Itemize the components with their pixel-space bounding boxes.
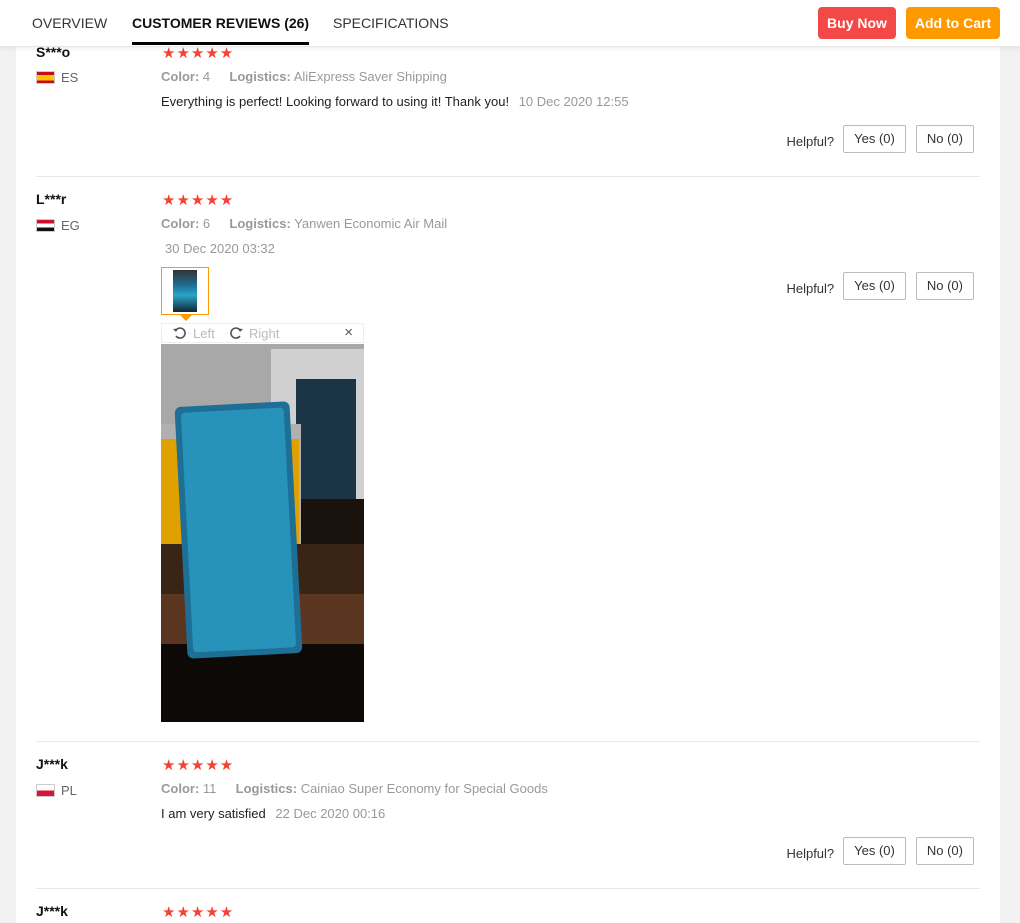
reviewer-name: L***r [36, 191, 67, 207]
review-photo-image [161, 344, 364, 722]
egypt-flag-icon [36, 219, 55, 232]
color-value: 11 [202, 781, 217, 796]
helpful-label: Helpful? [786, 280, 835, 296]
reviewer-country: ES [36, 70, 78, 85]
country-code: ES [61, 70, 79, 85]
logistics-label: Logistics: [229, 69, 291, 84]
rotate-right-label: Right [249, 325, 280, 341]
rotate-left-button[interactable]: Left [172, 325, 215, 341]
review-content: Everything is perfect! Looking forward t… [161, 94, 629, 109]
color-label: Color: [161, 781, 200, 796]
thumbnail-image [173, 270, 197, 312]
star-rating: ★★★★★ [162, 757, 235, 774]
star-rating: ★★★★★ [162, 46, 235, 62]
review-item: L***r EG ★★★★★ Color: 6 Logistics: Yanwe… [16, 146, 1000, 741]
poland-flag-icon [36, 784, 55, 797]
review-meta: Color: 6 Logistics: Yanwen Economic Air … [161, 216, 447, 231]
review-text: I am very satisfied [161, 806, 266, 821]
country-code: PL [61, 783, 77, 798]
buy-now-button[interactable]: Buy Now [818, 7, 896, 39]
review-content: 30 Dec 2020 03:32 [165, 241, 275, 256]
review-date: 22 Dec 2020 00:16 [275, 806, 386, 821]
reviewer-country: PL [36, 783, 77, 798]
tab-specifications[interactable]: SPECIFICATIONS [333, 0, 449, 46]
image-viewer-toolbar: Left Right × [161, 323, 364, 343]
review-date: 10 Dec 2020 12:55 [518, 94, 629, 109]
logistics-value: Cainiao Super Economy for Special Goods [300, 781, 548, 796]
helpful-controls: Helpful? Yes (0) No (0) [786, 272, 980, 300]
color-value: 4 [202, 69, 211, 84]
close-viewer-button[interactable]: × [344, 324, 353, 341]
tab-overview[interactable]: OVERVIEW [32, 0, 107, 46]
helpful-no-button[interactable]: No (0) [915, 272, 974, 300]
review-item: J***k ★★★★★ [16, 858, 1000, 923]
country-code: EG [61, 218, 80, 233]
star-rating: ★★★★★ [162, 904, 235, 921]
reviewer-name: J***k [36, 756, 68, 772]
product-tab-bar: OVERVIEW CUSTOMER REVIEWS (26) SPECIFICA… [0, 0, 1020, 47]
review-meta: Color: 11 Logistics: Cainiao Super Econo… [161, 781, 548, 796]
review-date: 30 Dec 2020 03:32 [165, 241, 275, 256]
logistics-value: AliExpress Saver Shipping [293, 69, 447, 84]
review-photo-thumbnail[interactable] [161, 267, 209, 321]
logistics-value: Yanwen Economic Air Mail [294, 216, 448, 231]
review-text: Everything is perfect! Looking forward t… [161, 94, 510, 109]
review-photo-enlarged [161, 344, 364, 722]
rotate-left-label: Left [193, 325, 215, 341]
spain-flag-icon [36, 71, 55, 84]
review-content: I am very satisfied 22 Dec 2020 00:16 [161, 806, 385, 821]
color-label: Color: [161, 69, 200, 84]
reviewer-country: EG [36, 218, 80, 233]
tab-customer-reviews[interactable]: CUSTOMER REVIEWS (26) [132, 0, 310, 46]
review-meta: Color: 4 Logistics: AliExpress Saver Shi… [161, 69, 447, 84]
star-rating: ★★★★★ [162, 192, 235, 209]
rotate-right-button[interactable]: Right [228, 325, 279, 341]
rotate-left-icon [173, 327, 186, 339]
reviews-panel: S***o ES ★★★★★ Color: 4 Logistics: AliEx… [16, 46, 1000, 923]
helpful-yes-button[interactable]: Yes (0) [843, 272, 906, 300]
add-to-cart-button[interactable]: Add to Cart [906, 7, 1000, 39]
color-label: Color: [161, 216, 200, 231]
rotate-right-icon [230, 327, 243, 339]
logistics-label: Logistics: [235, 781, 298, 796]
color-value: 6 [202, 216, 211, 231]
reviewer-name: S***o [36, 46, 71, 60]
logistics-label: Logistics: [229, 216, 291, 231]
reviewer-name: J***k [36, 903, 68, 919]
